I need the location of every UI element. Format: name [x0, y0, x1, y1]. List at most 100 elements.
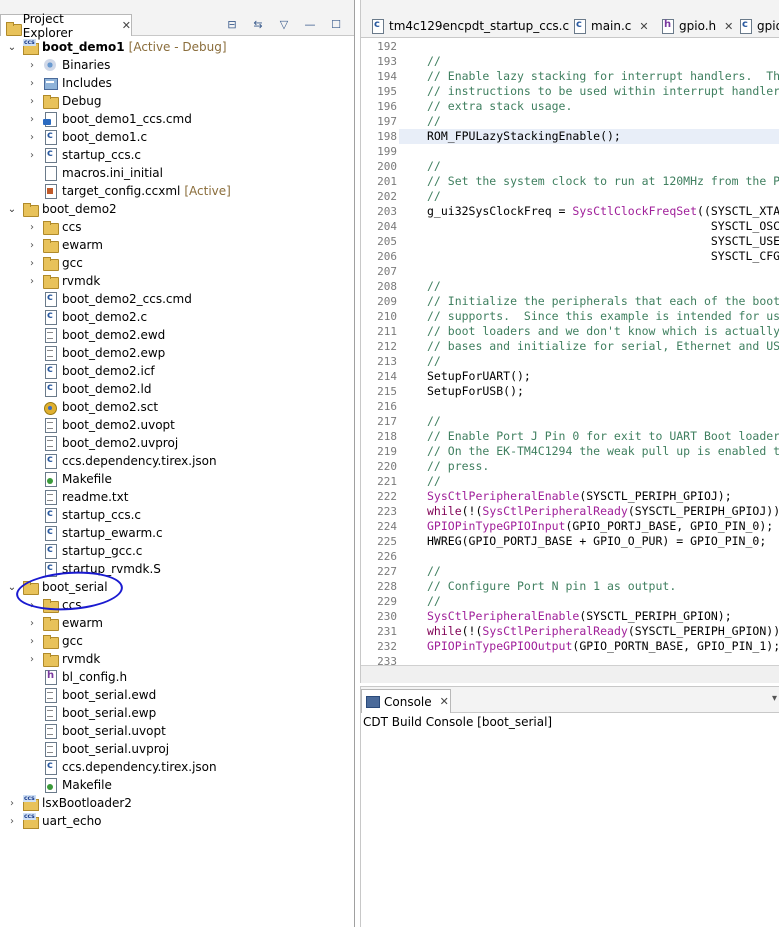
- tree-item[interactable]: › boot_demo1_ccs.cmd: [26, 110, 192, 128]
- tree-item[interactable]: boot_demo2.icf: [26, 362, 155, 380]
- tree-item[interactable]: boot_serial.uvopt: [26, 722, 166, 740]
- editor-tab[interactable]: gpio: [733, 14, 779, 37]
- tree-item[interactable]: boot_demo2_ccs.cmd: [26, 290, 192, 308]
- minimize-icon[interactable]: —: [302, 16, 318, 32]
- code-line[interactable]: SysCtlPeripheralEnable(SYSCTL_PERIPH_GPI…: [427, 609, 732, 623]
- code-line[interactable]: //: [427, 54, 441, 68]
- code-line[interactable]: // Set the system clock to run at 120MHz…: [427, 174, 779, 188]
- tree-item[interactable]: Makefile: [26, 470, 112, 488]
- chevron-right-icon[interactable]: ›: [26, 254, 38, 272]
- code-line[interactable]: // bases and initialize for serial, Ethe…: [427, 339, 779, 353]
- tree-item[interactable]: ⌄ boot_demo2: [6, 200, 117, 218]
- tree-item[interactable]: boot_demo2.c: [26, 308, 147, 326]
- code-line[interactable]: // Initialize the peripherals that each …: [427, 294, 779, 308]
- tree-item[interactable]: target_config.ccxml [Active]: [26, 182, 231, 200]
- code-line[interactable]: SetupForUSB();: [427, 384, 524, 398]
- view-menu-icon[interactable]: ▽: [276, 16, 292, 32]
- tree-item[interactable]: boot_serial.ewd: [26, 686, 156, 704]
- tree-item[interactable]: › startup_ccs.c: [26, 146, 141, 164]
- collapse-all-icon[interactable]: ⊟: [224, 16, 240, 32]
- code-line[interactable]: GPIOPinTypeGPIOOutput(GPIO_PORTN_BASE, G…: [427, 639, 779, 653]
- tree-item[interactable]: › ccs: [26, 218, 81, 236]
- code-line[interactable]: // extra stack usage.: [427, 99, 572, 113]
- tree-item[interactable]: › gcc: [26, 254, 83, 272]
- close-icon[interactable]: ✕: [440, 695, 449, 708]
- tree-item[interactable]: › Includes: [26, 74, 112, 92]
- chevron-down-icon[interactable]: ⌄: [6, 578, 18, 596]
- tree-item[interactable]: › lsxBootloader2: [6, 794, 132, 812]
- tree-item[interactable]: › gcc: [26, 632, 83, 650]
- tree-item[interactable]: ccs.dependency.tirex.json: [26, 452, 217, 470]
- maximize-icon[interactable]: ☐: [328, 16, 344, 32]
- tree-item[interactable]: › rvmdk: [26, 272, 100, 290]
- tree-item[interactable]: readme.txt: [26, 488, 128, 506]
- code-line[interactable]: SYSCTL_OSC_MAIN |: [427, 219, 779, 233]
- tree-item[interactable]: boot_demo2.ewd: [26, 326, 165, 344]
- code-line[interactable]: // On the EK-TM4C1294 the weak pull up i…: [427, 444, 779, 458]
- chevron-right-icon[interactable]: ›: [26, 632, 38, 650]
- code-line[interactable]: //: [427, 159, 441, 173]
- chevron-right-icon[interactable]: ›: [26, 272, 38, 290]
- project-explorer-tab[interactable]: Project Explorer ✕: [0, 12, 132, 40]
- code-line[interactable]: //: [427, 114, 441, 128]
- code-line[interactable]: ROM_FPULazyStackingEnable();: [427, 129, 621, 143]
- chevron-right-icon[interactable]: ›: [26, 650, 38, 668]
- editor-tab[interactable]: gpio.h ✕: [655, 14, 733, 37]
- console-tab[interactable]: Console ✕: [361, 689, 451, 713]
- chevron-right-icon[interactable]: ›: [26, 596, 38, 614]
- chevron-right-icon[interactable]: ›: [26, 92, 38, 110]
- tree-item[interactable]: boot_serial.uvproj: [26, 740, 169, 758]
- code-line[interactable]: //: [427, 414, 441, 428]
- tree-item[interactable]: › Debug: [26, 92, 101, 110]
- code-line[interactable]: // Enable Port J Pin 0 for exit to UART …: [427, 429, 779, 443]
- tree-item[interactable]: ccs.dependency.tirex.json: [26, 758, 217, 776]
- tree-item[interactable]: ⌄ boot_demo1[Active - Debug]: [6, 38, 227, 56]
- code-line[interactable]: // Configure Port N pin 1 as output.: [427, 579, 676, 593]
- code-line[interactable]: g_ui32SysClockFreq = SysCtlClockFreqSet(…: [427, 204, 779, 218]
- chevron-right-icon[interactable]: ›: [26, 146, 38, 164]
- tree-item[interactable]: startup_gcc.c: [26, 542, 142, 560]
- code-line[interactable]: SYSCTL_USE_PLL |: [427, 234, 779, 248]
- chevron-right-icon[interactable]: ›: [26, 110, 38, 128]
- chevron-down-icon[interactable]: ⌄: [6, 38, 18, 56]
- tree-item[interactable]: › ccs: [26, 596, 81, 614]
- code-line[interactable]: GPIOPinTypeGPIOInput(GPIO_PORTJ_BASE, GP…: [427, 519, 773, 533]
- editor-horizontal-scrollbar[interactable]: [361, 665, 779, 683]
- code-line[interactable]: // Enable lazy stacking for interrupt ha…: [427, 69, 779, 83]
- tree-item[interactable]: startup_rvmdk.S: [26, 560, 161, 578]
- view-menu-icon[interactable]: ▾: [772, 693, 777, 704]
- tree-item[interactable]: startup_ewarm.c: [26, 524, 163, 542]
- tree-item[interactable]: › ewarm: [26, 236, 103, 254]
- chevron-right-icon[interactable]: ›: [26, 218, 38, 236]
- tree-item[interactable]: startup_ccs.c: [26, 506, 141, 524]
- code-line[interactable]: while(!(SysCtlPeripheralReady(SYSCTL_PER…: [427, 624, 779, 638]
- tree-item[interactable]: boot_demo2.ewp: [26, 344, 165, 362]
- code-line[interactable]: SysCtlPeripheralEnable(SYSCTL_PERIPH_GPI…: [427, 489, 732, 503]
- code-line[interactable]: //: [427, 594, 441, 608]
- tree-item[interactable]: ⌄ boot_serial: [6, 578, 108, 596]
- tree-item[interactable]: › rvmdk: [26, 650, 100, 668]
- code-line[interactable]: //: [427, 354, 441, 368]
- close-icon[interactable]: ✕: [639, 20, 648, 33]
- tree-item[interactable]: › ewarm: [26, 614, 103, 632]
- code-line[interactable]: //: [427, 564, 441, 578]
- tree-item[interactable]: bl_config.h: [26, 668, 127, 686]
- tree-item[interactable]: boot_serial.ewp: [26, 704, 156, 722]
- tree-item[interactable]: boot_demo2.sct: [26, 398, 158, 416]
- tree-item[interactable]: › boot_demo1.c: [26, 128, 147, 146]
- tree-item[interactable]: Makefile: [26, 776, 112, 794]
- editor-tab[interactable]: tm4c129encpdt_startup_ccs.c✕: [365, 14, 586, 37]
- tree-item[interactable]: boot_demo2.uvproj: [26, 434, 178, 452]
- tree-item[interactable]: › Binaries: [26, 56, 110, 74]
- chevron-right-icon[interactable]: ›: [26, 128, 38, 146]
- code-line[interactable]: // boot loaders and we don't know which …: [427, 324, 779, 338]
- code-line[interactable]: HWREG(GPIO_PORTJ_BASE + GPIO_O_PUR) = GP…: [427, 534, 766, 548]
- code-editor[interactable]: 192 193 // 194 // Enable lazy stacking for i…: [361, 38, 779, 665]
- chevron-right-icon[interactable]: ›: [6, 812, 18, 830]
- code-line[interactable]: // instructions to be used within interr…: [427, 84, 779, 98]
- link-with-editor-icon[interactable]: ⇆: [250, 16, 266, 32]
- chevron-right-icon[interactable]: ›: [26, 56, 38, 74]
- code-line[interactable]: SetupForUART();: [427, 369, 531, 383]
- code-line[interactable]: // supports. Since this example is inten…: [427, 309, 779, 323]
- chevron-down-icon[interactable]: ⌄: [6, 200, 18, 218]
